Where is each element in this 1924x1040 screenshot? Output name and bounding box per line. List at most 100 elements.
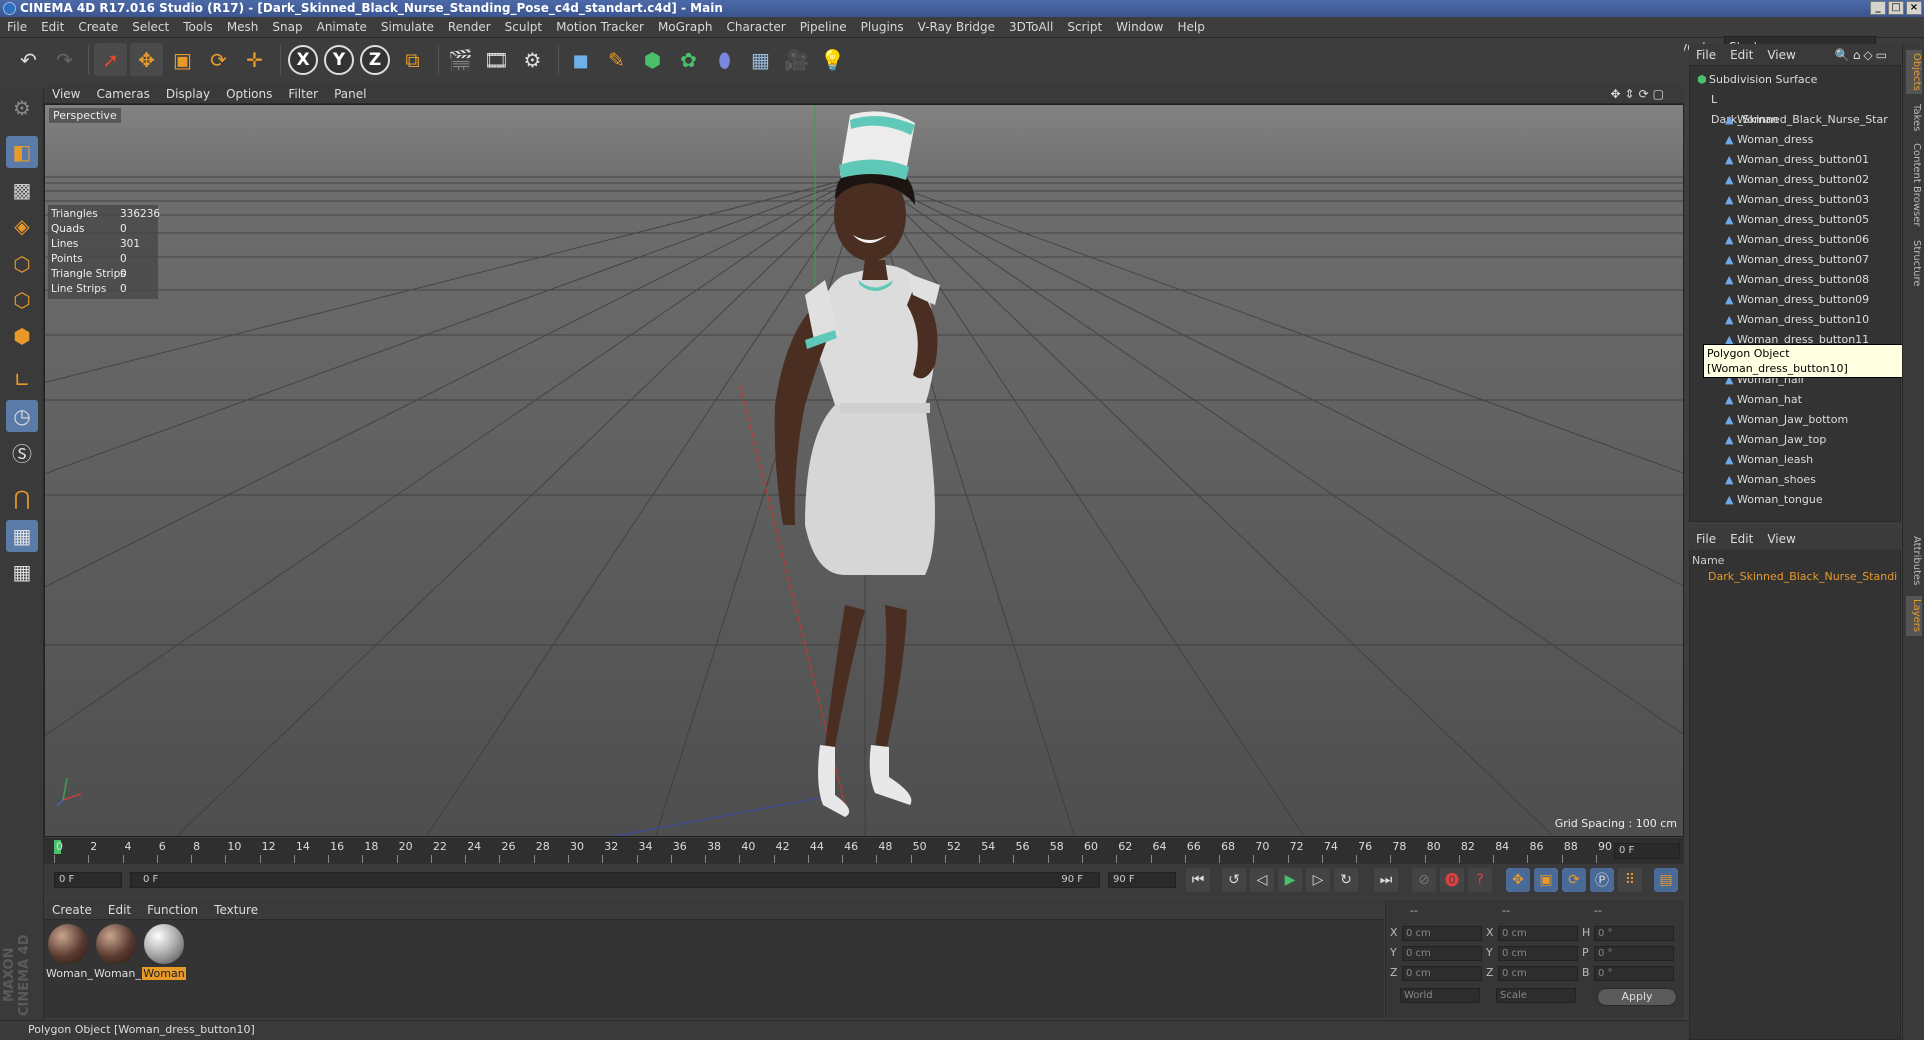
locked-workplane-icon[interactable]: ▦ [6, 520, 38, 552]
light-icon[interactable]: 💡 [816, 43, 849, 76]
material-menu-edit[interactable]: Edit [100, 900, 139, 920]
rotation-h-field[interactable]: 0 ° [1594, 926, 1674, 941]
coordinate-space-dropdown[interactable]: World [1400, 988, 1480, 1003]
transform-tool-icon[interactable]: ✛ [238, 43, 271, 76]
array-icon[interactable]: ✿ [672, 43, 705, 76]
axis-mode-icon[interactable]: ∟ [6, 364, 38, 396]
menu-file[interactable]: File [0, 17, 34, 38]
key-rotation-icon[interactable]: ⟳ [1562, 868, 1586, 892]
motion-path-icon[interactable]: ⊘ [1412, 868, 1436, 892]
object-tree-item[interactable]: ▲ Woman_dress_button09 [1689, 290, 1887, 310]
menu-window[interactable]: Window [1109, 17, 1170, 38]
next-key-icon[interactable]: ↻ [1334, 868, 1358, 892]
polygons-mode-icon[interactable]: ⬢ [6, 320, 38, 352]
object-tree-item[interactable]: ▲ Woman_dress_button06 [1689, 230, 1887, 250]
menu-3dtoall[interactable]: 3DToAll [1002, 17, 1060, 38]
end-frame-field[interactable]: 90 F [1108, 872, 1176, 888]
menu-snap[interactable]: Snap [265, 17, 309, 38]
tab-structure[interactable]: Structure [1906, 236, 1922, 290]
timeline-window-icon[interactable]: ▤ [1654, 868, 1678, 892]
position-y-field[interactable]: 0 cm [1402, 946, 1482, 961]
position-x-field[interactable]: 0 cm [1402, 926, 1482, 941]
key-pla-icon[interactable]: ⠿ [1618, 868, 1642, 892]
rotation-p-field[interactable]: 0 ° [1594, 946, 1674, 961]
render-picture-viewer-icon[interactable]: 🎞 [480, 43, 513, 76]
z-axis-button[interactable]: Z [360, 45, 390, 75]
tab-objects[interactable]: Objects [1906, 50, 1922, 94]
x-axis-button[interactable]: X [288, 45, 318, 75]
make-editable-icon[interactable]: ⚙ [6, 92, 38, 124]
material-swatch[interactable]: Woman_ [94, 924, 141, 980]
object-tree-item[interactable]: ▲ Woman_dress_button03 [1689, 190, 1887, 210]
menu-create[interactable]: Create [71, 17, 125, 38]
menu-render[interactable]: Render [441, 17, 498, 38]
viewport-menu-cameras[interactable]: Cameras [88, 84, 157, 104]
size-y-field[interactable]: 0 cm [1498, 946, 1578, 961]
select-tool-icon[interactable]: ➚ [94, 43, 127, 76]
snap-icon[interactable]: Ⓢ [6, 436, 38, 468]
points-mode-icon[interactable]: ⬡ [6, 248, 38, 280]
planar-workplane-icon[interactable]: ▦ [6, 556, 38, 588]
menu-character[interactable]: Character [719, 17, 792, 38]
prev-key-icon[interactable]: ↺ [1222, 868, 1246, 892]
size-x-field[interactable]: 0 cm [1498, 926, 1578, 941]
camera-icon[interactable]: 🎥 [780, 43, 813, 76]
viewport-menu-view[interactable]: View [44, 84, 88, 104]
object-tree-item[interactable]: ▲ Woman_dress_button10 [1689, 310, 1887, 330]
viewport-menu-display[interactable]: Display [158, 84, 218, 104]
menu-sculpt[interactable]: Sculpt [498, 17, 549, 38]
render-view-icon[interactable]: 🎬 [444, 43, 477, 76]
start-frame-field[interactable]: 0 F [54, 872, 122, 888]
menu-simulate[interactable]: Simulate [374, 17, 441, 38]
move-tool-icon[interactable]: ✥ [130, 43, 163, 76]
object-tree-item[interactable]: ▲ Woman [1689, 110, 1887, 130]
cube-primitive-icon[interactable]: ◼ [564, 43, 597, 76]
tab-takes[interactable]: Takes [1906, 100, 1922, 136]
tab-content-browser[interactable]: Content Browser [1906, 140, 1922, 230]
material-menu-create[interactable]: Create [44, 900, 100, 920]
rotate-tool-icon[interactable]: ⟳ [202, 43, 235, 76]
viewport-menu-options[interactable]: Options [218, 84, 280, 104]
menu-edit[interactable]: Edit [34, 17, 71, 38]
preview-range-slider[interactable]: 0 F 90 F [130, 872, 1100, 888]
layer-menu-edit[interactable]: Edit [1723, 528, 1760, 550]
object-tree-item[interactable]: ▲ Woman_dress_button07 [1689, 250, 1887, 270]
close-button[interactable]: × [1906, 1, 1922, 15]
current-frame-field[interactable]: 0 F [1614, 843, 1680, 859]
key-position-icon[interactable]: ✥ [1506, 868, 1530, 892]
minimize-button[interactable]: _ [1870, 1, 1886, 15]
viewport-menu-panel[interactable]: Panel [326, 84, 374, 104]
object-tree-item[interactable]: ▲ Woman_dress_button01 [1689, 150, 1887, 170]
tab-attributes[interactable]: Attributes [1906, 530, 1922, 592]
rotation-b-field[interactable]: 0 ° [1594, 966, 1674, 981]
subdivision-icon[interactable]: ⬢ [636, 43, 669, 76]
goto-end-icon[interactable]: ⏭ [1374, 868, 1398, 892]
maximize-button[interactable]: □ [1888, 1, 1904, 15]
tweak-mode-icon[interactable]: ◷ [6, 400, 38, 432]
autokey-icon[interactable]: ? [1468, 868, 1492, 892]
coordinate-mode-dropdown[interactable]: Scale [1496, 988, 1576, 1003]
y-axis-button[interactable]: Y [324, 45, 354, 75]
object-tree-item[interactable]: ▲ Woman_leash [1689, 450, 1887, 470]
scale-tool-icon[interactable]: ▣ [166, 43, 199, 76]
prev-frame-icon[interactable]: ◁ [1250, 868, 1274, 892]
menu-plugins[interactable]: Plugins [854, 17, 911, 38]
tab-layers[interactable]: Layers [1906, 596, 1922, 636]
perspective-viewport[interactable]: Perspective Triangles 336236 Quads 0 Lines… [44, 104, 1684, 837]
material-swatch-selected[interactable]: Woman [142, 924, 186, 980]
menu-vray-bridge[interactable]: V-Ray Bridge [911, 17, 1002, 38]
object-tree-item[interactable]: ⬢ Subdivision Surface [1689, 70, 1887, 90]
object-tree-item[interactable]: ▲ Woman_hat [1689, 390, 1887, 410]
object-menu-view[interactable]: View [1760, 44, 1802, 66]
layer-item[interactable]: Dark_Skinned_Black_Nurse_Standing [1708, 570, 1898, 583]
menu-pipeline[interactable]: Pipeline [793, 17, 854, 38]
menu-tools[interactable]: Tools [176, 17, 220, 38]
menu-motion-tracker[interactable]: Motion Tracker [549, 17, 651, 38]
menu-select[interactable]: Select [125, 17, 176, 38]
material-menu-function[interactable]: Function [139, 900, 206, 920]
texture-mode-icon[interactable]: ▩ [6, 174, 38, 206]
edges-mode-icon[interactable]: ⬡ [6, 284, 38, 316]
object-tree-item[interactable]: ▲ Woman_dress [1689, 130, 1887, 150]
object-menu-edit[interactable]: Edit [1723, 44, 1760, 66]
key-param-icon[interactable]: Ⓟ [1590, 868, 1614, 892]
